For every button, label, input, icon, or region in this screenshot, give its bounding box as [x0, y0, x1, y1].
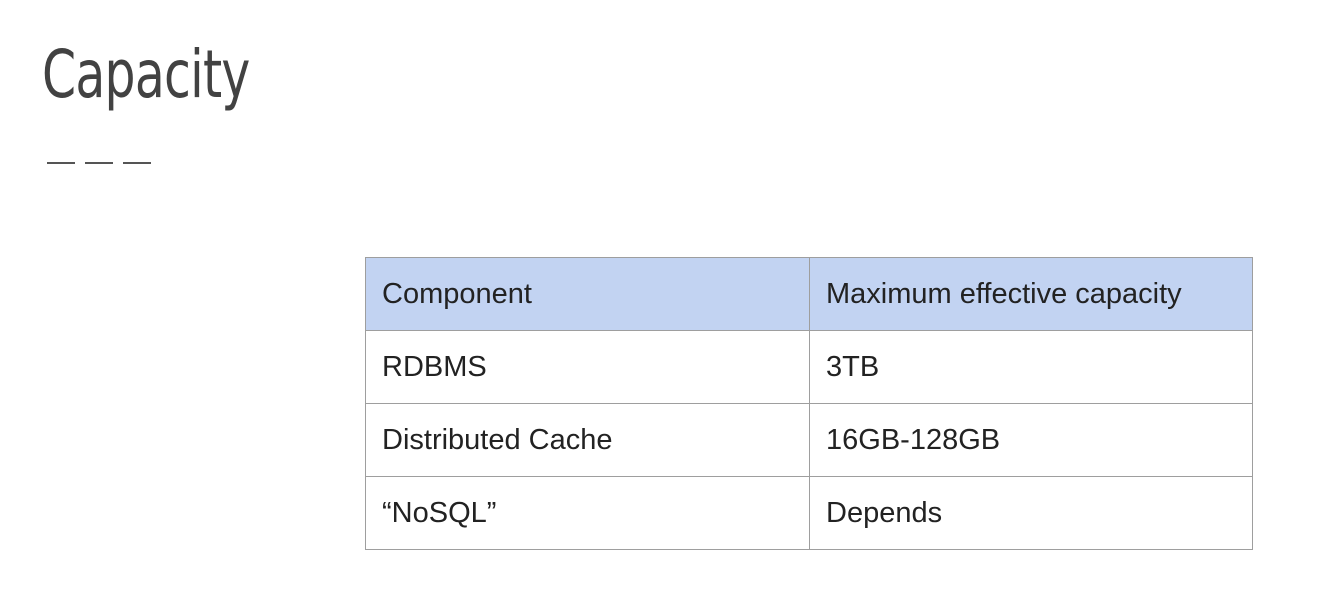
component-cell: “NoSQL”	[365, 476, 810, 550]
table-row: RDBMS 3TB	[365, 330, 1253, 404]
table-row: “NoSQL” Depends	[365, 476, 1253, 550]
slide-title: Capacity	[42, 36, 250, 113]
divider-dash	[85, 162, 113, 164]
capacity-cell: 16GB-128GB	[809, 403, 1253, 477]
divider-dash	[123, 162, 151, 164]
capacity-cell: 3TB	[809, 330, 1253, 404]
component-cell: Distributed Cache	[365, 403, 810, 477]
capacity-cell: Depends	[809, 476, 1253, 550]
column-header-component: Component	[365, 257, 810, 331]
divider-dash	[47, 162, 75, 164]
column-header-max-capacity: Maximum effective capacity	[809, 257, 1253, 331]
table-row: Distributed Cache 16GB-128GB	[365, 403, 1253, 477]
component-cell: RDBMS	[365, 330, 810, 404]
table-header-row: Component Maximum effective capacity	[365, 257, 1253, 331]
capacity-table: Component Maximum effective capacity RDB…	[365, 257, 1253, 550]
title-divider	[47, 162, 151, 164]
